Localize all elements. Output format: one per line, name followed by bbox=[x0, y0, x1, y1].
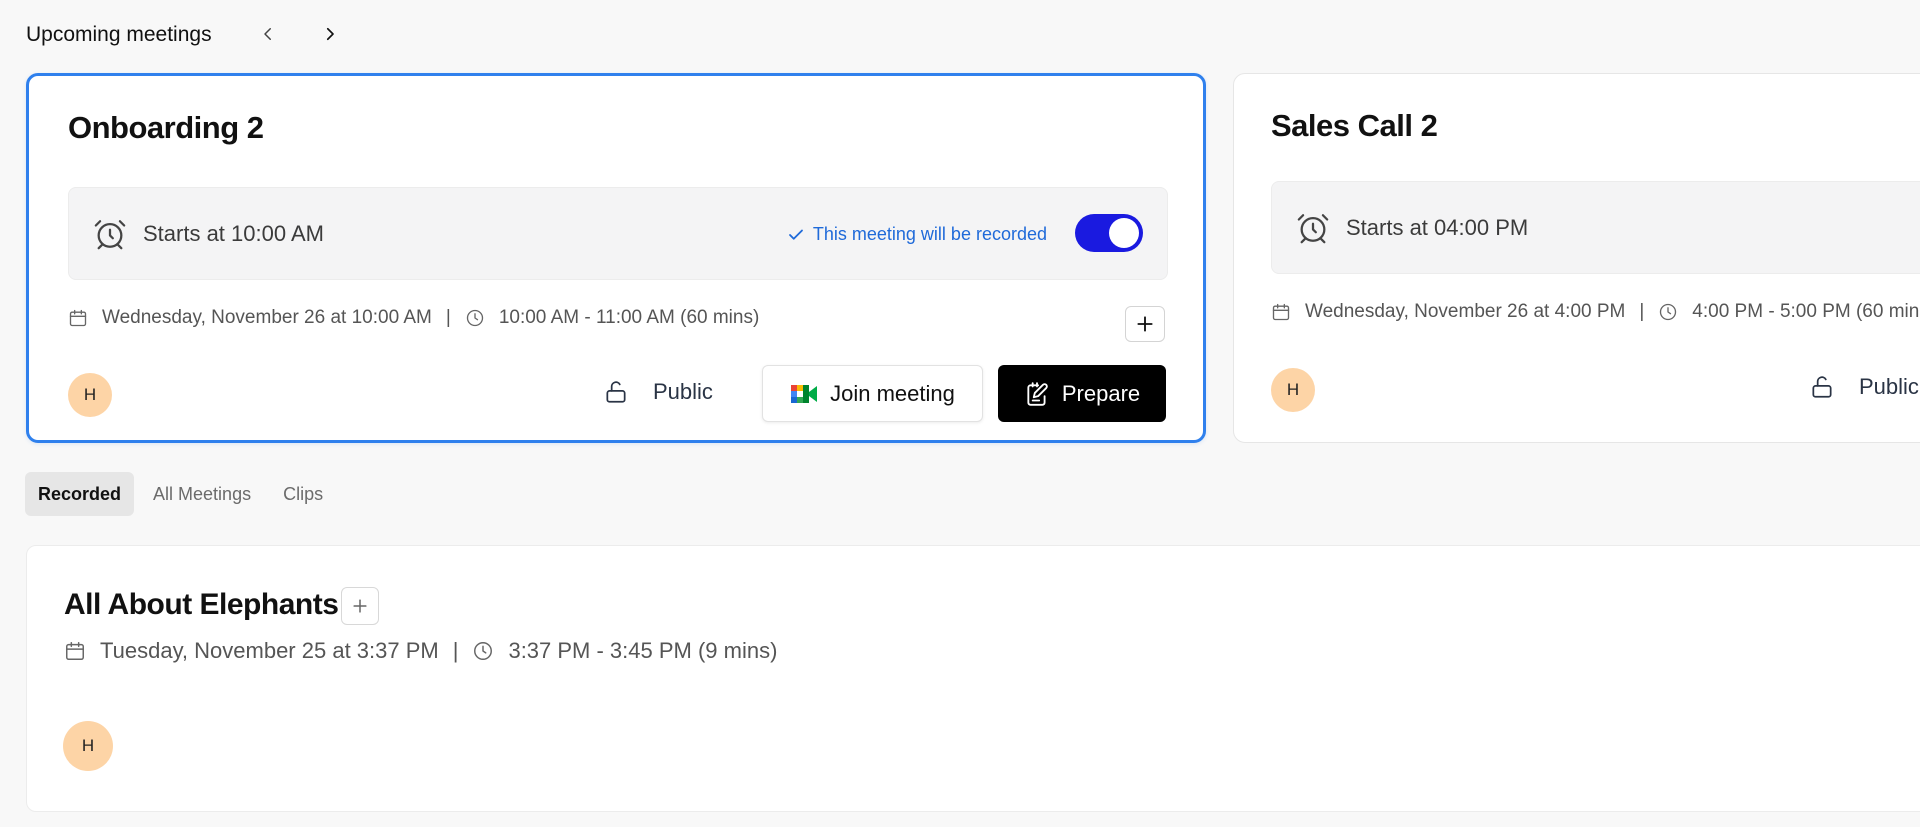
start-info-box: Starts at 04:00 PM bbox=[1271, 181, 1920, 274]
meta-separator: | bbox=[445, 307, 451, 328]
meta-separator: | bbox=[452, 638, 459, 663]
chevron-right-icon bbox=[326, 27, 334, 41]
avatar[interactable]: H bbox=[1271, 368, 1315, 412]
meeting-card[interactable]: Sales Call 2 Starts at 04:00 PM Wednesda… bbox=[1233, 73, 1920, 443]
meeting-title: Onboarding 2 bbox=[68, 110, 264, 145]
add-button[interactable] bbox=[1125, 306, 1165, 342]
unlock-icon bbox=[606, 381, 626, 403]
meeting-time: 10:00 AM - 11:00 AM (60 mins) bbox=[498, 307, 760, 328]
chevron-left-icon bbox=[264, 28, 271, 40]
visibility-button[interactable]: Public bbox=[1809, 374, 1919, 400]
start-time-text: Starts at 10:00 AM bbox=[143, 221, 324, 246]
meeting-tabs: Recorded All Meetings Clips bbox=[25, 472, 336, 516]
recording-notice-text: This meeting will be recorded bbox=[812, 224, 1047, 244]
avatar[interactable]: H bbox=[63, 721, 113, 771]
join-meeting-label: Join meeting bbox=[830, 380, 955, 406]
meeting-date: Wednesday, November 26 at 10:00 AM bbox=[102, 307, 432, 328]
meta-separator: | bbox=[1639, 301, 1645, 322]
calendar-icon bbox=[69, 309, 87, 327]
add-button[interactable] bbox=[341, 587, 379, 625]
meeting-time: 4:00 PM - 5:00 PM (60 mins) bbox=[1692, 301, 1920, 322]
start-time-text: Starts at 04:00 PM bbox=[1346, 215, 1529, 240]
page-title: Upcoming meetings bbox=[26, 23, 212, 46]
tab-all-meetings[interactable]: All Meetings bbox=[140, 472, 264, 516]
meeting-meta: Wednesday, November 26 at 4:00 PM | 4:00… bbox=[1271, 301, 1920, 323]
prepare-label: Prepare bbox=[1061, 380, 1141, 406]
prepare-button[interactable]: Prepare bbox=[998, 365, 1166, 422]
notepad-edit-icon bbox=[1027, 381, 1048, 406]
clock-icon bbox=[474, 642, 493, 660]
google-meet-icon bbox=[791, 384, 818, 403]
plus-icon bbox=[353, 599, 367, 613]
recording-date: Tuesday, November 25 at 3:37 PM bbox=[100, 638, 439, 663]
plus-icon bbox=[1137, 316, 1153, 332]
previous-button[interactable] bbox=[254, 20, 282, 48]
upcoming-header: Upcoming meetings bbox=[26, 18, 212, 52]
toggle-knob bbox=[1109, 218, 1139, 248]
unlock-icon bbox=[1812, 376, 1832, 398]
visibility-label: Public bbox=[1859, 374, 1919, 399]
recording-time: 3:37 PM - 3:45 PM (9 mins) bbox=[508, 638, 778, 663]
clock-icon bbox=[466, 309, 483, 327]
tab-recorded[interactable]: Recorded bbox=[25, 472, 135, 516]
recording-notice: This meeting will be recorded bbox=[787, 224, 1047, 245]
meeting-card[interactable]: Onboarding 2 Starts at 10:00 AM This mee… bbox=[26, 73, 1206, 443]
recording-card[interactable]: All About Elephants Tuesday, November 25… bbox=[26, 545, 1920, 812]
tab-clips[interactable]: Clips bbox=[270, 472, 336, 516]
avatar[interactable]: H bbox=[68, 373, 112, 417]
alarm-clock-icon bbox=[94, 220, 126, 250]
meeting-meta: Wednesday, November 26 at 10:00 AM | 10:… bbox=[68, 307, 759, 329]
calendar-icon bbox=[1272, 303, 1290, 321]
meeting-title: Sales Call 2 bbox=[1271, 108, 1438, 143]
visibility-button[interactable]: Public bbox=[603, 379, 713, 405]
start-info-box: Starts at 10:00 AM This meeting will be … bbox=[68, 187, 1168, 280]
next-button[interactable] bbox=[316, 20, 344, 48]
recording-meta: Tuesday, November 25 at 3:37 PM | 3:37 P… bbox=[64, 638, 777, 664]
alarm-clock-icon bbox=[1297, 214, 1329, 244]
clock-icon bbox=[1660, 303, 1677, 321]
recording-title: All About Elephants bbox=[64, 588, 339, 621]
page: Upcoming meetings Onboarding 2 Starts at… bbox=[0, 0, 1920, 827]
calendar-icon bbox=[66, 642, 84, 660]
record-toggle[interactable] bbox=[1075, 214, 1143, 252]
check-icon bbox=[788, 229, 803, 240]
join-meeting-button[interactable]: Join meeting bbox=[762, 365, 983, 422]
visibility-label: Public bbox=[653, 379, 713, 404]
meeting-date: Wednesday, November 26 at 4:00 PM bbox=[1305, 301, 1626, 322]
